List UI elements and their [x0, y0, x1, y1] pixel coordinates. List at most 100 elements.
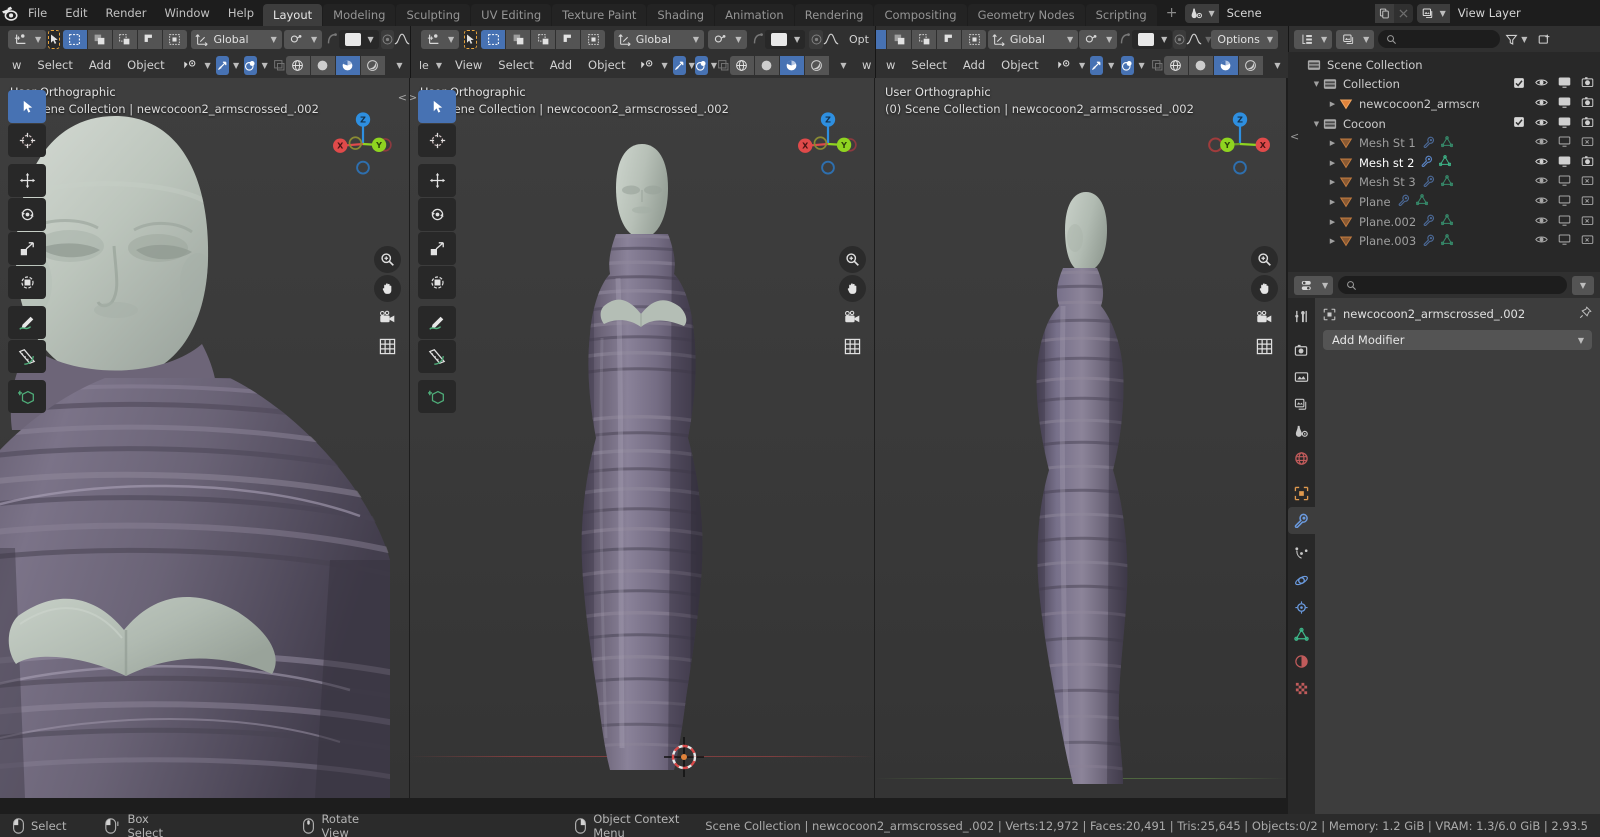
properties-object-data-tab[interactable]	[1288, 621, 1315, 648]
chevron-down-icon[interactable]: ▼	[1310, 120, 1323, 128]
chevron-right-icon[interactable]: ▶	[1326, 237, 1339, 245]
disable-in-viewports-icon[interactable]	[1558, 116, 1571, 132]
menu-render[interactable]: Render	[97, 3, 156, 23]
disable-in-viewports-icon[interactable]	[1558, 155, 1571, 171]
tool-tweak-2[interactable]	[418, 90, 456, 123]
outliner-filter-id-dropdown[interactable]: ▼	[1336, 29, 1375, 49]
viewport-left-zoom-button[interactable]	[374, 246, 401, 273]
proportional-edit-objects-button-2[interactable]	[751, 30, 765, 49]
viewport-middle-menu-add[interactable]: Add	[542, 56, 580, 74]
viewport-right-overlays-chevron[interactable]: ▼	[1134, 56, 1147, 75]
viewport-middle-overflow[interactable]: w	[854, 56, 875, 74]
wrench-icon[interactable]	[1423, 175, 1435, 190]
disable-in-viewports-icon[interactable]	[1558, 214, 1571, 230]
exclude-checkbox[interactable]	[1513, 116, 1525, 131]
outliner-row[interactable]: ▼ Collection	[1288, 75, 1600, 95]
chevron-right-icon[interactable]: ▶	[1326, 139, 1339, 147]
viewport-right-overlays-toggle[interactable]	[1120, 55, 1134, 75]
hide-in-viewport-icon[interactable]	[1535, 76, 1548, 92]
blender-logo-icon[interactable]	[0, 0, 19, 26]
workspace-tab-layout[interactable]: Layout	[263, 4, 323, 26]
transform-orientation-dropdown-2[interactable]: Global ▼	[613, 29, 705, 49]
chevron-right-icon[interactable]: ▶	[1326, 178, 1339, 186]
properties-particles-tab[interactable]	[1288, 540, 1315, 567]
options-dropdown[interactable]: Options ▼	[1211, 29, 1279, 49]
disable-in-viewports-icon[interactable]	[1558, 76, 1571, 92]
shading-wireframe-button-3[interactable]	[1163, 55, 1188, 75]
chevron-right-icon[interactable]: ▶	[1326, 159, 1339, 167]
shading-rendered-button-3[interactable]	[1238, 55, 1263, 75]
exclude-checkbox[interactable]	[1513, 77, 1525, 92]
viewport-middle-ortho-toggle-button[interactable]	[839, 333, 866, 360]
viewport-middle-menu-select[interactable]: Select	[490, 56, 541, 74]
shading-solid-button-2[interactable]	[754, 55, 779, 75]
shading-solid-button[interactable]	[310, 55, 335, 75]
viewport-left-pan-button[interactable]	[374, 275, 401, 302]
viewport-middle-visibility-dropdown[interactable]: ▼	[634, 56, 673, 75]
delete-scene-button[interactable]	[1393, 3, 1413, 23]
viewport-left-camera-button[interactable]	[374, 304, 401, 331]
disable-in-renders-icon[interactable]	[1581, 135, 1594, 151]
hide-in-viewport-icon[interactable]	[1535, 96, 1548, 112]
proportional-edit-objects-button[interactable]	[325, 30, 339, 49]
viewport-middle-nav-gizmo[interactable]: Z X Y	[790, 106, 866, 182]
viewport-left-ortho-toggle-button[interactable]	[374, 333, 401, 360]
viewport-left-menu-add[interactable]: Add	[81, 56, 119, 74]
pin-icon[interactable]	[1579, 306, 1592, 322]
viewport-right-menu-view-clipped[interactable]: w	[878, 56, 903, 74]
select-subtract-button-3[interactable]	[912, 29, 936, 49]
tool-measure-2[interactable]	[418, 340, 456, 373]
snap-toggle-dropdown[interactable]: ▼	[284, 29, 323, 49]
viewport-left-gizmo-toggle[interactable]	[215, 55, 229, 75]
snap-target-dropdown[interactable]: ▼	[8, 29, 47, 49]
proportional-curve-icon[interactable]	[394, 30, 410, 49]
disable-in-renders-icon[interactable]	[1581, 96, 1594, 112]
viewport-middle-xray-toggle[interactable]	[717, 56, 730, 75]
properties-scene-tab[interactable]	[1288, 418, 1315, 445]
mesh-data-icon[interactable]	[1440, 214, 1454, 229]
tool-rotate[interactable]	[8, 198, 46, 231]
properties-object-tab[interactable]	[1288, 480, 1315, 507]
viewport-left-gizmo-chevron[interactable]: ▼	[229, 56, 241, 75]
transform-orientation-dropdown-3[interactable]: Global ▼	[987, 29, 1079, 49]
snap-with-center-button[interactable]	[381, 29, 395, 49]
shading-material-preview-button-3[interactable]	[1213, 55, 1238, 75]
viewport-middle-mode-dropdown[interactable]: le ▼	[417, 56, 447, 75]
tool-move-2[interactable]	[418, 164, 456, 197]
tool-add-cube-2[interactable]	[418, 380, 456, 413]
select-extend-button-2[interactable]	[506, 29, 531, 49]
outliner-row[interactable]: ▶ newcocoon2_armscros	[1288, 94, 1600, 114]
outliner-row[interactable]: ▶ Plane.003	[1288, 231, 1600, 251]
properties-output-tab[interactable]	[1288, 364, 1315, 391]
workspace-tab-uv-editing[interactable]: UV Editing	[471, 4, 552, 26]
viewport-right-ortho-toggle-button[interactable]	[1251, 333, 1278, 360]
outliner-collapse-handle[interactable]: <	[1290, 130, 1299, 143]
viewport-right-pan-button[interactable]	[1251, 275, 1278, 302]
wrench-icon[interactable]	[1423, 234, 1435, 249]
viewport-left-overlays-toggle[interactable]	[244, 55, 258, 75]
viewport-middle-zoom-button[interactable]	[839, 246, 866, 273]
proportional-falloff-dropdown[interactable]: ▼	[338, 29, 379, 49]
shading-wireframe-button[interactable]	[285, 55, 310, 75]
viewport-middle-toolbar-toggle[interactable]: >	[410, 91, 417, 104]
wrench-icon[interactable]	[1398, 194, 1410, 209]
viewport-right-menu-add[interactable]: Add	[955, 56, 993, 74]
snap-toggle-dropdown-3[interactable]: ▼	[1079, 29, 1118, 49]
menu-help[interactable]: Help	[219, 3, 263, 23]
workspace-tab-texture-paint[interactable]: Texture Paint	[552, 4, 647, 26]
shading-rendered-button-2[interactable]	[804, 55, 829, 75]
outliner-new-collection-button[interactable]	[1532, 30, 1556, 49]
select-intersect-button[interactable]	[162, 29, 187, 49]
viewport-right-visibility-dropdown[interactable]: ▼	[1051, 56, 1090, 75]
disable-in-renders-icon[interactable]	[1581, 214, 1594, 230]
disable-in-viewports-icon[interactable]	[1558, 233, 1571, 249]
workspace-tab-scripting[interactable]: Scripting	[1085, 4, 1157, 26]
shading-material-preview-button[interactable]	[335, 55, 360, 75]
tool-cursor[interactable]	[8, 124, 46, 157]
disable-in-viewports-icon[interactable]	[1558, 135, 1571, 151]
properties-constraints-tab[interactable]	[1288, 594, 1315, 621]
chevron-right-icon[interactable]: ▶	[1326, 100, 1339, 108]
outliner-display-mode-dropdown[interactable]: ▼	[1294, 29, 1333, 49]
outliner-filter-button[interactable]: ▼	[1504, 30, 1528, 49]
shading-chevron[interactable]: ▼	[386, 56, 410, 75]
